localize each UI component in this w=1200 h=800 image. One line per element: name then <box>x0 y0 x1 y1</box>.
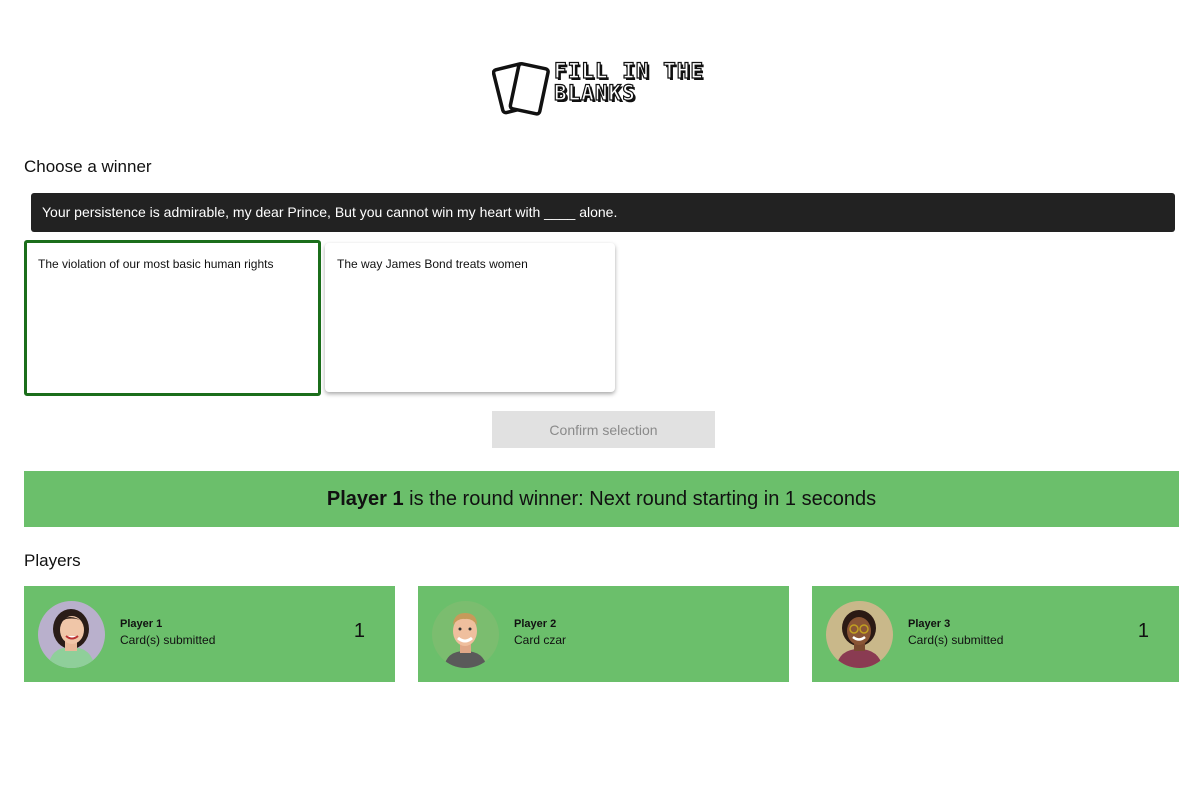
player-name: Player 1 <box>120 618 163 630</box>
logo-line-2: BLANKS <box>553 81 636 105</box>
round-winner-banner: Player 1 is the round winner: Next round… <box>24 471 1179 527</box>
player-name: Player 3 <box>908 618 951 630</box>
answer-card-text: The violation of our most basic human ri… <box>38 257 274 271</box>
player-status: Card(s) submitted <box>908 633 1004 647</box>
prompt-card-text: Your persistence is admirable, my dear P… <box>42 204 618 220</box>
woman-avatar <box>38 601 105 668</box>
players-title: Players <box>24 551 81 570</box>
round-winner-message: is the round winner: Next round starting… <box>403 488 877 510</box>
woman-glasses-avatar <box>826 601 893 668</box>
answer-card-1[interactable]: The violation of our most basic human ri… <box>24 240 321 396</box>
round-winner-player: Player 1 <box>326 488 404 510</box>
logo-wordmark: FILL IN THE BLANKS <box>553 59 705 105</box>
choose-winner-title: Choose a winner <box>24 157 152 176</box>
player-score: 1 <box>1137 620 1149 642</box>
logo-line-1: FILL IN THE <box>553 59 705 83</box>
confirm-selection-button[interactable]: Confirm selection <box>492 411 715 448</box>
player-card-1: Player 1 Card(s) submitted 1 <box>24 586 395 682</box>
answer-card-2[interactable]: The way James Bond treats women <box>325 243 615 392</box>
player-status: Card(s) submitted <box>120 633 216 647</box>
player-name: Player 2 <box>514 618 557 630</box>
man-avatar <box>432 601 499 668</box>
player-score: 1 <box>353 620 365 642</box>
player-status: Card czar <box>514 633 567 647</box>
player-card-3: Player 3 Card(s) submitted 1 <box>812 586 1179 682</box>
prompt-card: Your persistence is admirable, my dear P… <box>31 193 1175 232</box>
cards-logo-icon <box>492 62 550 116</box>
answer-card-text: The way James Bond treats women <box>337 257 528 271</box>
player-card-2: Player 2 Card czar <box>418 586 789 682</box>
app-logo: FILL IN THE BLANKS <box>492 56 722 118</box>
